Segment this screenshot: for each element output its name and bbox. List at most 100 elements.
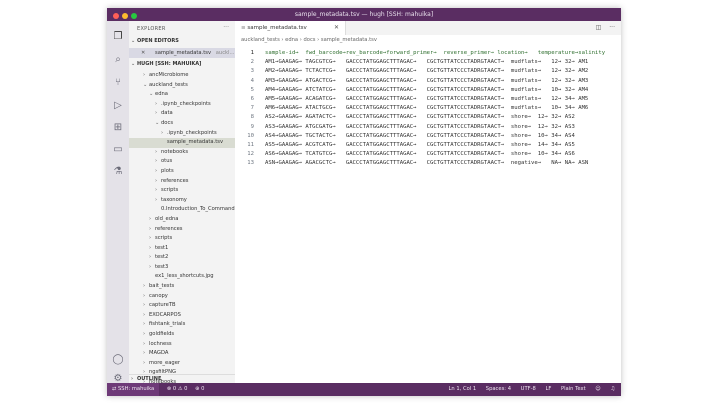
open-editor-filename: sample_metadata.tsv [155, 50, 212, 56]
tree-item[interactable]: › taxonomy [129, 196, 235, 206]
tree-item[interactable]: › goldfields [129, 330, 235, 340]
code-line[interactable]: 2 AM1→GAAGAG→ TAGCGTCG→ GACCCTATGGAGCTTTA… [235, 58, 621, 67]
tree-item[interactable]: › old_edna [129, 215, 235, 225]
explorer-more-icon[interactable]: ··· [223, 24, 229, 31]
workspace-section[interactable]: ⌄ HUGH [SSH: MAHUIKA] [131, 61, 201, 67]
tree-item[interactable]: › notebooks [129, 148, 235, 158]
tree-item[interactable]: › more_eager [129, 359, 235, 369]
tree-item-label: .ipynb_checkpoints [167, 129, 217, 136]
outline-section[interactable]: › OUTLINE [129, 374, 235, 383]
tree-item[interactable]: › fishtank_trials [129, 320, 235, 330]
tree-item[interactable]: › captureTB [129, 301, 235, 311]
tree-item[interactable]: › .ipynb_checkpoints [129, 129, 235, 139]
files-icon[interactable]: ❐ [112, 31, 124, 43]
tree-item-label: ex1_less_shortcuts.jpg [155, 273, 214, 280]
code-line[interactable]: 5 AM4→GAAGAG→ ATCTATCG→ GACCCTATGGAGCTTTA… [235, 86, 621, 95]
code-line[interactable]: 4 AM3→GAAGAG→ ATGACTCG→ GACCCTATGGAGCTTTA… [235, 77, 621, 86]
problems-count[interactable]: ⊗ 0 ⚠ 0 [167, 386, 188, 392]
code-line[interactable]: 8 AS2→GAAGAG→ AGATACTC→ GACCCTATGGAGCTTTA… [235, 113, 621, 122]
account-icon[interactable]: ◯ [112, 354, 124, 366]
tree-item[interactable]: › scripts [129, 234, 235, 244]
indentation[interactable]: Spaces: 4 [486, 386, 511, 392]
tree-item[interactable]: › plots [129, 167, 235, 177]
run-debug-icon[interactable]: ▷ [112, 100, 124, 112]
tree-item-label: plots [161, 167, 174, 174]
notifications-icon[interactable]: ♫ [610, 386, 615, 392]
tree-item-label: more_eager [149, 359, 181, 366]
minimize-window-button[interactable] [122, 13, 128, 19]
language-mode[interactable]: Plain Text [561, 386, 586, 392]
tree-item[interactable]: ⌄ edna [129, 90, 235, 100]
line-text: AM6→GAAGAG→ ATACTGCG→ GACCCTATGGAGCTTTAG… [265, 105, 589, 112]
tree-item[interactable]: › test3 [129, 263, 235, 273]
tree-item[interactable]: sample_metadata.tsv [129, 138, 235, 148]
tree-item[interactable]: › otus [129, 157, 235, 167]
tree-item[interactable]: › .ipynb_checkpoints [129, 100, 235, 110]
tree-item-label: references [161, 177, 189, 184]
line-number: 10 [247, 132, 254, 139]
code-line[interactable]: 13 ASN→GAAGAG→ AGACGCTC→ GACCCTATGGAGCTTT… [235, 159, 621, 168]
remote-explorer-icon[interactable]: ▭ [112, 144, 124, 156]
tree-item-label: ancMicrobiome [149, 72, 189, 78]
tree-item[interactable]: › data [129, 109, 235, 119]
open-editor-item[interactable]: ✕ sample_metadata.tsv auckl... [129, 48, 235, 58]
tree-item-label: references [155, 225, 183, 232]
explorer-sidebar: EXPLORER ··· ⌄ OPEN EDITORS ✕ sample_meta… [129, 21, 235, 383]
tree-item[interactable]: › bait_tests [129, 282, 235, 292]
encoding[interactable]: UTF-8 [521, 386, 536, 392]
close-icon[interactable]: ✕ [141, 50, 145, 56]
code-view[interactable]: 1 sample-id→ fwd_barcode→rev_barcode→forw… [235, 49, 621, 168]
tree-item[interactable]: 0.Introduction_To_CommandL... [129, 205, 235, 215]
open-editors-section[interactable]: ⌄ OPEN EDITORS [131, 38, 179, 44]
code-line[interactable]: 9 AS3→GAAGAG→ ATGCGATG→ GACCCTATGGAGCTTTA… [235, 123, 621, 132]
tree-item[interactable]: › references [129, 225, 235, 235]
code-line[interactable]: 6 AM5→GAAGAG→ ACAGATCG→ GACCCTATGGAGCTTTA… [235, 95, 621, 104]
tree-item[interactable]: ⌄ auckland_tests [129, 81, 235, 91]
feedback-icon[interactable]: ☺ [595, 386, 600, 392]
close-window-button[interactable] [113, 13, 119, 19]
tree-item[interactable]: › test1 [129, 244, 235, 254]
more-actions-icon[interactable]: ··· [609, 24, 615, 31]
tree-item[interactable]: › EXOCARPOS [129, 311, 235, 321]
line-number: 5 [250, 86, 254, 93]
split-editor-icon[interactable]: ◫ [596, 24, 602, 31]
tree-item[interactable]: › references [129, 177, 235, 187]
remote-indicator[interactable]: ⇄ SSH: mahuika [107, 383, 160, 396]
tab-sample-metadata[interactable]: ≡ sample_metadata.tsv ✕ [235, 21, 346, 35]
line-number: 2 [250, 59, 254, 66]
code-line[interactable]: 3 AM2→GAAGAG→ TCTACTCG→ GACCCTATGGAGCTTTA… [235, 67, 621, 76]
tree-item[interactable]: › MAGDA [129, 349, 235, 359]
code-line[interactable]: 1 sample-id→ fwd_barcode→rev_barcode→forw… [235, 49, 621, 58]
code-line[interactable]: 10 AS4→GAAGAG→ TGCTACTC→ GACCCTATGGAGCTTT… [235, 132, 621, 141]
cursor-position[interactable]: Ln 1, Col 1 [449, 386, 477, 392]
tree-item[interactable]: › lochness [129, 340, 235, 350]
tree-item-label: scripts [155, 235, 173, 242]
window-controls [113, 11, 140, 19]
tab-close-icon[interactable]: ✕ [334, 21, 339, 35]
tree-item-label: taxonomy [161, 196, 187, 203]
end-of-line[interactable]: LF [545, 386, 551, 392]
line-number: 9 [250, 123, 254, 130]
tree-item[interactable]: › ancMicrobiome [129, 71, 235, 81]
code-line[interactable]: 7 AM6→GAAGAG→ ATACTGCG→ GACCCTATGGAGCTTTA… [235, 104, 621, 113]
breadcrumb[interactable]: auckland_tests › edna › docs › sample_me… [241, 37, 377, 43]
tree-item[interactable]: ⌄ docs [129, 119, 235, 129]
search-icon[interactable]: ⌕ [112, 54, 124, 66]
tree-item[interactable]: › canopy [129, 292, 235, 302]
tree-item[interactable]: › test2 [129, 253, 235, 263]
tree-item-label: test2 [155, 254, 169, 261]
code-line[interactable]: 11 AS5→GAAGAG→ ACGTCATG→ GACCCTATGGAGCTTT… [235, 141, 621, 150]
tree-item[interactable]: ex1_less_shortcuts.jpg [129, 272, 235, 282]
code-line[interactable]: 12 AS6→GAAGAG→ TCATGTCG→ GACCCTATGGAGCTTT… [235, 150, 621, 159]
line-text: AS5→GAAGAG→ ACGTCATG→ GACCCTATGGAGCTTTAG… [265, 141, 575, 148]
ports-count[interactable]: ⊕ 0 [195, 386, 204, 392]
source-control-icon[interactable]: ⑂ [112, 77, 124, 89]
line-text: AM4→GAAGAG→ ATCTATCG→ GACCCTATGGAGCTTTAG… [265, 86, 589, 93]
tree-item-label: captureTB [149, 302, 176, 309]
tree-item-label: old_edna [155, 215, 179, 222]
testing-icon[interactable]: ⚗ [112, 166, 124, 178]
tree-item[interactable]: › scripts [129, 186, 235, 196]
zoom-window-button[interactable] [131, 13, 137, 19]
tree-item-label: goldfields [149, 331, 175, 338]
extensions-icon[interactable]: ⊞ [112, 122, 124, 134]
